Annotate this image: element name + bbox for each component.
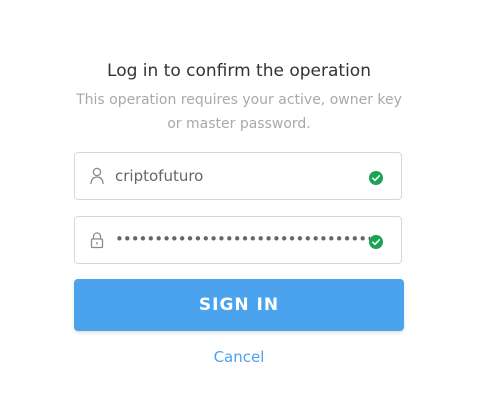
user-icon [89,167,105,185]
username-field[interactable]: criptofuturo [74,152,402,200]
lock-icon [89,231,105,249]
dialog-subtitle: This operation requires your active, own… [76,92,402,132]
password-field[interactable]: •••••••••••••••••••••••••••••••••• [74,216,402,264]
password-masked-value[interactable]: •••••••••••••••••••••••••••••••••• [115,230,370,248]
check-circle-icon [369,170,383,185]
username-value[interactable]: criptofuturo [115,167,203,185]
sign-in-button[interactable]: SIGN IN [74,279,404,331]
check-circle-icon [369,234,383,249]
dialog-title: Log in to confirm the operation [107,61,371,81]
login-confirm-dialog: Log in to confirm the operation This ope… [0,0,488,402]
cancel-link[interactable]: Cancel [0,348,478,366]
